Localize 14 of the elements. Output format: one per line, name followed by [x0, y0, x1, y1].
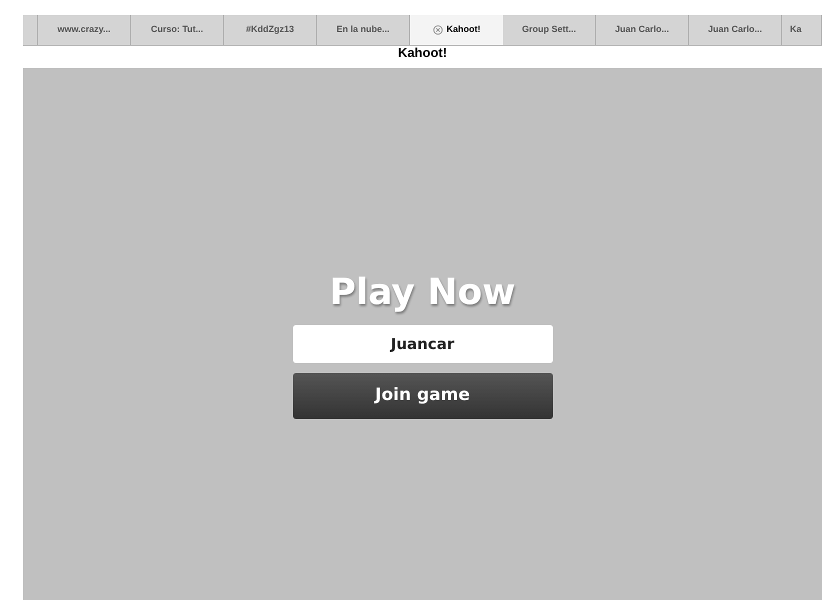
browser-tab[interactable]: Juan Carlo...	[596, 15, 689, 45]
browser-tab[interactable]: Juan Carlo...	[689, 15, 782, 45]
play-now-heading: Play Now	[329, 271, 516, 315]
close-icon[interactable]	[432, 25, 442, 35]
nickname-field[interactable]: Juancar	[292, 325, 552, 363]
join-game-button[interactable]: Join game	[292, 373, 552, 419]
browser-tab[interactable]: #KddZgz13	[224, 15, 317, 45]
browser-tab[interactable]: Kahoot!	[410, 15, 503, 45]
browser-tab[interactable]: En la nube...	[317, 15, 410, 45]
browser-tab[interactable]: www.crazy...	[38, 15, 131, 45]
browser-tab[interactable]: Ka	[782, 15, 822, 45]
browser-tab[interactable]: Curso: Tut...	[131, 15, 224, 45]
page-title: Kahoot!	[398, 46, 448, 60]
browser-tab[interactable]: Group Sett...	[503, 15, 596, 45]
